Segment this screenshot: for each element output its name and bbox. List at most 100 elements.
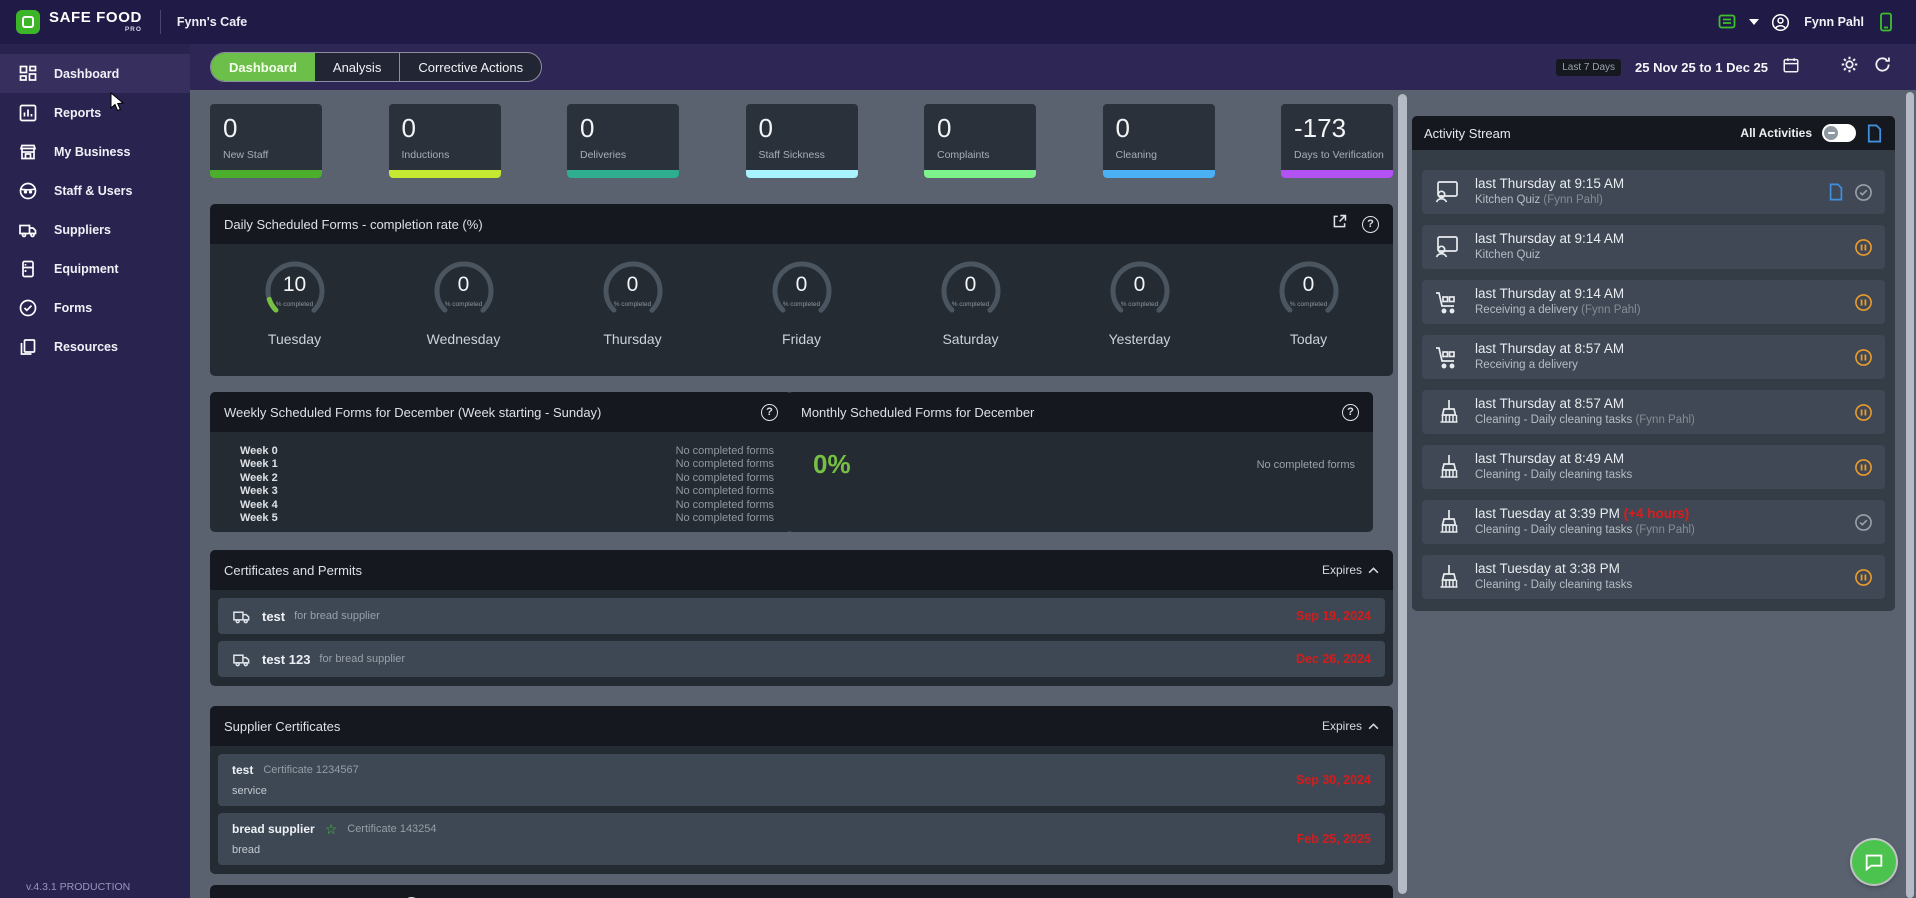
view-tab[interactable]: Corrective Actions	[399, 53, 541, 81]
help-icon[interactable]: ?	[1362, 215, 1379, 233]
gauge-value: 0	[964, 273, 977, 296]
stat-card[interactable]: 0 Deliveries	[567, 104, 679, 178]
daily-gauge[interactable]: 10 % completed Tuesday	[235, 256, 355, 347]
sidebar-item[interactable]: Resources	[0, 327, 190, 366]
chat-support-button[interactable]	[1852, 840, 1896, 884]
activity-item[interactable]: last Thursday at 9:15 AM Kitchen Quiz (F…	[1422, 170, 1885, 214]
user-name[interactable]: Fynn Pahl	[1804, 15, 1864, 29]
activity-item[interactable]: last Thursday at 8:49 AM Cleaning - Dail…	[1422, 445, 1885, 489]
messages-icon[interactable]	[1717, 12, 1737, 32]
supplier-category: bread	[232, 844, 261, 856]
gauge-sub-label: % completed	[1289, 301, 1328, 308]
week-row: Week 4 No completed forms	[240, 499, 774, 512]
supplier-certificate-row[interactable]: bread supplier ☆ Certificate 143254 brea…	[218, 813, 1385, 865]
activity-type-icon	[1432, 287, 1464, 317]
activity-type-icon	[1432, 562, 1464, 592]
sidebar-item[interactable]: Forms	[0, 288, 190, 327]
stat-value: 0	[401, 113, 416, 143]
stat-card[interactable]: 0 Inductions	[388, 104, 501, 178]
sidebar-item[interactable]: Dashboard	[0, 54, 190, 93]
activity-item[interactable]: last Thursday at 9:14 AM Kitchen Quiz	[1422, 225, 1885, 269]
stat-card[interactable]: 0 Staff Sickness	[745, 104, 858, 178]
sidebar-item[interactable]: Suppliers	[0, 210, 190, 249]
chevron-down-icon[interactable]	[1749, 19, 1760, 25]
activity-status-icon[interactable]	[1854, 568, 1873, 587]
sidebar-item-icon	[18, 298, 38, 318]
help-icon[interactable]: ?	[1342, 403, 1359, 421]
settings-gear-icon[interactable]	[1840, 55, 1859, 79]
activity-status-icon[interactable]	[1854, 293, 1873, 312]
gauge-value: 0	[1302, 273, 1315, 296]
activity-status-icon[interactable]	[1854, 238, 1873, 257]
activity-title: Cleaning - Daily cleaning tasks	[1475, 413, 1633, 426]
refresh-icon[interactable]	[1873, 55, 1892, 79]
gauge-day-label: Wednesday	[426, 331, 501, 347]
view-tab[interactable]: Dashboard	[211, 53, 315, 81]
stat-color-bar	[745, 169, 858, 178]
sidebar-item[interactable]: Equipment	[0, 249, 190, 288]
activity-time: last Tuesday at 3:39 PM	[1475, 506, 1620, 522]
activity-item[interactable]: last Tuesday at 3:39 PM (+4 hours) Clean…	[1422, 500, 1885, 544]
activity-item[interactable]: last Tuesday at 3:38 PM Cleaning - Daily…	[1422, 555, 1885, 599]
view-tab[interactable]: Analysis	[315, 53, 399, 81]
activity-item[interactable]: last Thursday at 8:57 AM Receiving a del…	[1422, 335, 1885, 379]
date-range-badge: Last 7 Days	[1556, 58, 1622, 76]
window-scrollbar[interactable]	[1906, 92, 1914, 898]
sidebar-item[interactable]: Reports	[0, 93, 190, 132]
stat-card[interactable]: 0 Complaints	[924, 104, 1036, 178]
activity-status-icon[interactable]	[1854, 458, 1873, 477]
week-row: Week 2 No completed forms	[240, 472, 774, 485]
sidebar-item[interactable]: My Business	[0, 132, 190, 171]
activity-item[interactable]: last Thursday at 9:14 AM Receiving a del…	[1422, 280, 1885, 324]
document-icon[interactable]	[1828, 183, 1844, 201]
daily-gauge[interactable]: 0 % completed Friday	[742, 256, 862, 347]
daily-gauge[interactable]: 0 % completed Today	[1249, 256, 1369, 347]
stat-card[interactable]: -173 Days to Verification	[1281, 104, 1393, 178]
daily-gauge[interactable]: 0 % completed Saturday	[911, 256, 1031, 347]
stat-card[interactable]: 0 New Staff	[210, 104, 322, 178]
report-document-icon[interactable]	[1866, 124, 1883, 143]
supplier-certificates-title: Supplier Certificates	[224, 718, 341, 734]
activity-status-icon[interactable]	[1854, 513, 1873, 532]
calendar-icon[interactable]	[1782, 56, 1800, 79]
activity-status-icon[interactable]	[1854, 403, 1873, 422]
help-icon[interactable]: ?	[761, 403, 778, 421]
week-label: Week 5	[240, 512, 278, 525]
user-avatar-icon[interactable]	[1771, 13, 1790, 32]
truck-icon	[232, 607, 251, 626]
supplier-name: bread supplier	[232, 822, 315, 836]
expires-sort[interactable]: Expires	[1322, 719, 1379, 733]
daily-gauge[interactable]: 0 % completed Yesterday	[1080, 256, 1200, 347]
daily-gauge[interactable]: 0 % completed Thursday	[573, 256, 693, 347]
all-activities-toggle[interactable]	[1822, 124, 1856, 142]
stat-card[interactable]: 0 Cleaning	[1102, 104, 1215, 178]
sidebar-item[interactable]: Staff & Users	[0, 171, 190, 210]
activity-status-icon[interactable]	[1854, 348, 1873, 367]
date-toolbar: Last 7 Days 25 Nov 25 to 1 Dec 25	[1556, 55, 1916, 79]
main-content: 0 New Staff 0 Inductions 0 Deliveries 0 …	[190, 90, 1916, 898]
activity-status-icon[interactable]	[1854, 183, 1873, 202]
star-icon: ☆	[324, 821, 338, 837]
certificate-row[interactable]: test for bread supplier Sep 19, 2024	[218, 598, 1385, 634]
supplier-certificate-row[interactable]: test Certificate 1234567 service Sep 30,…	[218, 754, 1385, 806]
daily-gauge[interactable]: 0 % completed Wednesday	[404, 256, 524, 347]
brand-logo[interactable]: SAFE FOOD PRO	[0, 10, 142, 34]
activity-time: last Thursday at 8:57 AM	[1475, 341, 1625, 357]
activity-type-icon	[1432, 507, 1464, 537]
mobile-device-icon[interactable]	[1878, 12, 1894, 32]
certificate-row[interactable]: test 123 for bread supplier Dec 26, 2024	[218, 641, 1385, 677]
week-row: Week 3 No completed forms	[240, 485, 774, 498]
expires-sort[interactable]: Expires	[1322, 563, 1379, 577]
stat-color-bar	[1281, 169, 1393, 178]
open-external-icon[interactable]	[1331, 213, 1348, 235]
week-row: Week 0 No completed forms	[240, 445, 774, 458]
activity-title: Cleaning - Daily cleaning tasks	[1475, 523, 1633, 536]
expires-label: Expires	[1321, 719, 1362, 733]
content-scrollbar[interactable]	[1398, 94, 1407, 894]
sidebar-item-label: Forms	[54, 300, 93, 315]
date-range-text[interactable]: 25 Nov 25 to 1 Dec 25	[1635, 60, 1768, 75]
activity-item[interactable]: last Thursday at 8:57 AM Cleaning - Dail…	[1422, 390, 1885, 434]
daily-forms-panel: Daily Scheduled Forms - completion rate …	[210, 204, 1393, 376]
daily-forms-title: Daily Scheduled Forms - completion rate …	[224, 216, 483, 232]
sidebar-item-label: Dashboard	[54, 66, 120, 81]
